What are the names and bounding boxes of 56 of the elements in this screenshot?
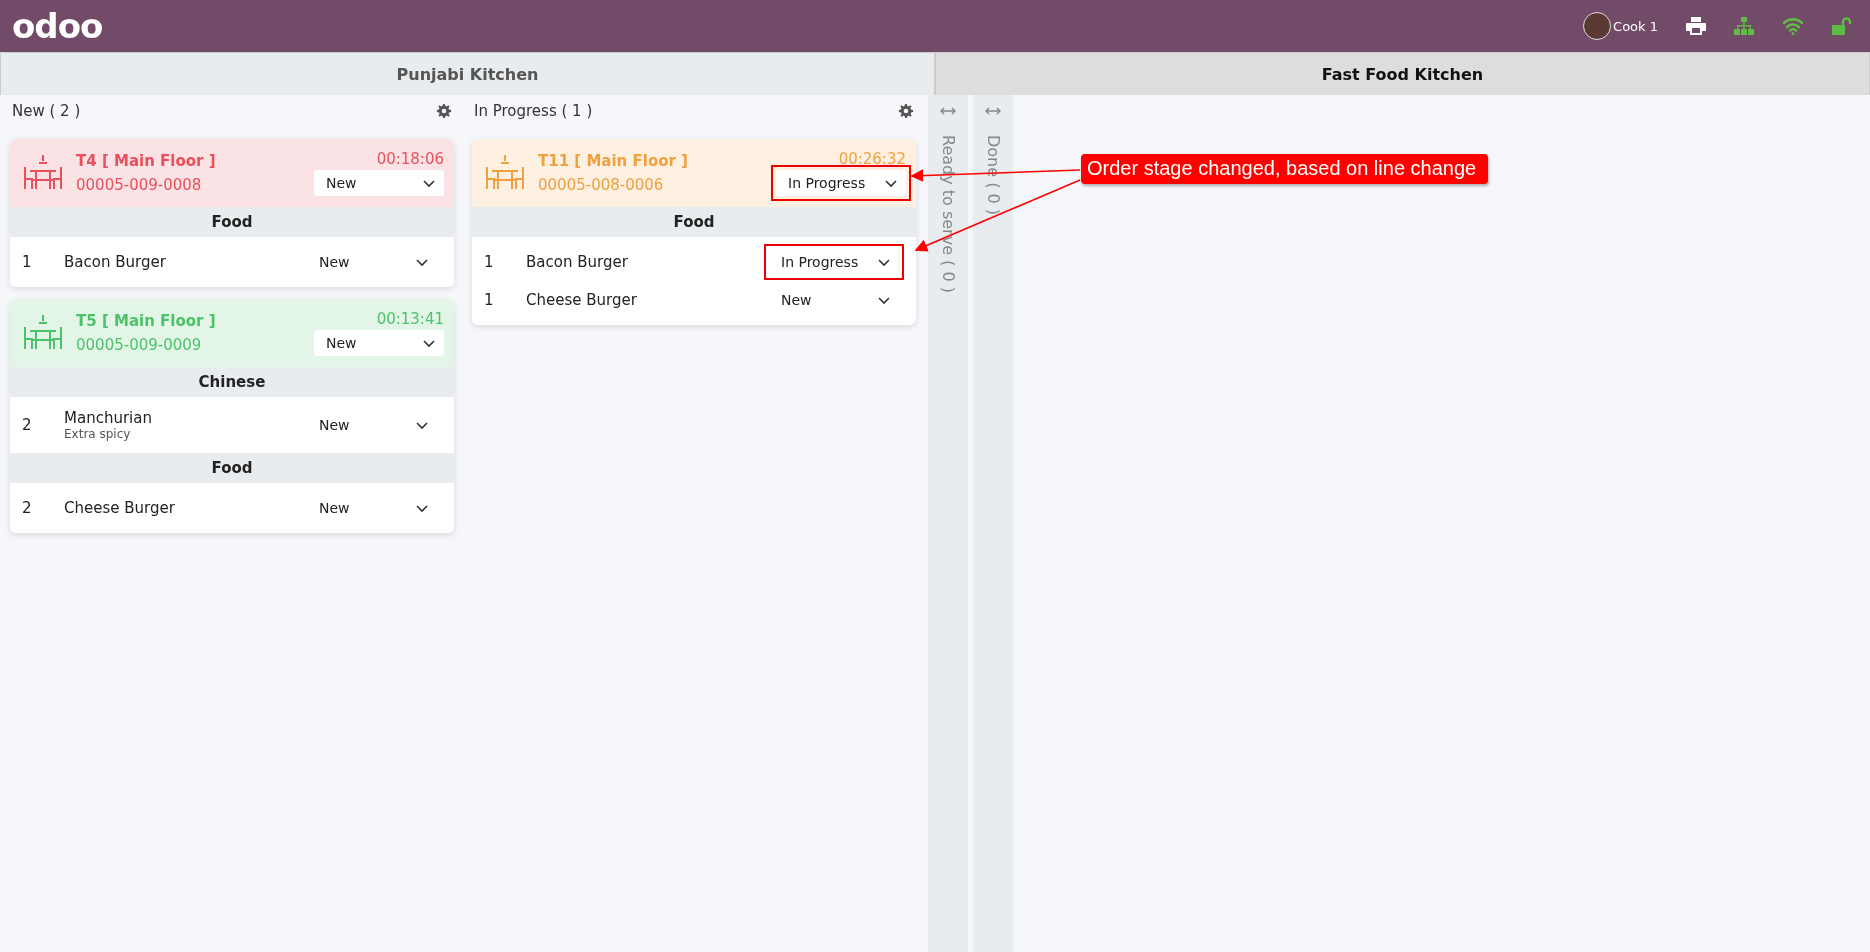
category-label: Chinese — [10, 367, 454, 397]
printer-icon[interactable] — [1686, 17, 1706, 35]
column-title: New ( 2 ) — [12, 102, 81, 120]
order-number: 00005-009-0008 — [76, 176, 203, 194]
stage-dropdown[interactable]: New — [314, 330, 444, 356]
annotation-callout: Order stage changed, based on line change — [1081, 154, 1489, 184]
chevron-down-icon — [422, 337, 436, 349]
chevron-down-icon — [415, 502, 429, 514]
product-name: Bacon Burger — [64, 253, 167, 271]
timer: 00:13:41 — [376, 310, 444, 328]
order-number: 00005-009-0009 — [76, 336, 203, 354]
table-name: T11 [ Main Floor ] — [538, 152, 689, 170]
category-label: Food — [10, 207, 454, 237]
kitchen-tab[interactable]: Fast Food Kitchen — [935, 52, 1870, 95]
settings-icon[interactable] — [436, 103, 452, 119]
user-name: Cook 1 — [1613, 18, 1658, 34]
product-name: Cheese Burger — [64, 499, 176, 517]
expand-arrows-icon[interactable] — [985, 107, 1001, 115]
chevron-down-icon — [422, 177, 436, 189]
product-name: Bacon Burger — [526, 253, 629, 271]
settings-icon[interactable] — [898, 103, 914, 119]
product-name: Manchurian — [64, 409, 153, 427]
quantity: 1 — [22, 253, 33, 271]
network-icon[interactable] — [1734, 17, 1754, 35]
stage-dropdown[interactable]: New — [314, 170, 444, 196]
column-title: Ready to serve ( 0 ) — [938, 135, 958, 293]
category-label: Food — [10, 453, 454, 483]
chevron-down-icon — [415, 419, 429, 431]
stage-dropdown[interactable]: In Progress — [776, 170, 906, 196]
column-title: Done ( 0 ) — [983, 135, 1003, 215]
order-card[interactable]: T5 [ Main Floor ] 00005-009-0009 00:13:41 New Chinese 2 Manchurian Extra spicy New Food 2 Cheese Burger New — [10, 299, 454, 533]
expand-arrows-icon[interactable] — [940, 107, 956, 115]
table-name: T4 [ Main Floor ] — [76, 152, 217, 170]
quantity: 2 — [22, 416, 33, 434]
product-name: Cheese Burger — [526, 291, 638, 309]
wifi-icon[interactable] — [1782, 17, 1804, 35]
column-title: In Progress ( 1 ) — [474, 102, 593, 120]
quantity: 1 — [484, 253, 495, 271]
chevron-down-icon — [884, 177, 898, 189]
line-note: Extra spicy — [64, 427, 132, 441]
quantity: 2 — [22, 499, 33, 517]
kitchen-tab[interactable]: Punjabi Kitchen — [0, 52, 935, 95]
category-label: Food — [472, 207, 916, 237]
order-number: 00005-008-0006 — [538, 176, 665, 194]
order-card[interactable]: T11 [ Main Floor ] 00005-008-0006 00:26:32 In Progress Food 1 Bacon Burger In Progress 1 Cheese Burger New — [472, 139, 916, 325]
quantity: 1 — [484, 291, 495, 309]
timer: 00:18:06 — [376, 150, 444, 168]
chevron-down-icon — [877, 256, 891, 268]
logo[interactable]: odoo — [12, 9, 103, 43]
order-card[interactable]: T4 [ Main Floor ] 00005-009-0008 00:18:06 New Food 1 Bacon Burger New — [10, 139, 454, 287]
avatar — [1583, 12, 1612, 40]
table-name: T5 [ Main Floor ] — [76, 312, 217, 330]
timer: 00:26:32 — [838, 150, 906, 168]
chevron-down-icon — [415, 256, 429, 268]
chevron-down-icon — [877, 294, 891, 306]
unlocked-padlock-icon[interactable] — [1832, 17, 1852, 35]
